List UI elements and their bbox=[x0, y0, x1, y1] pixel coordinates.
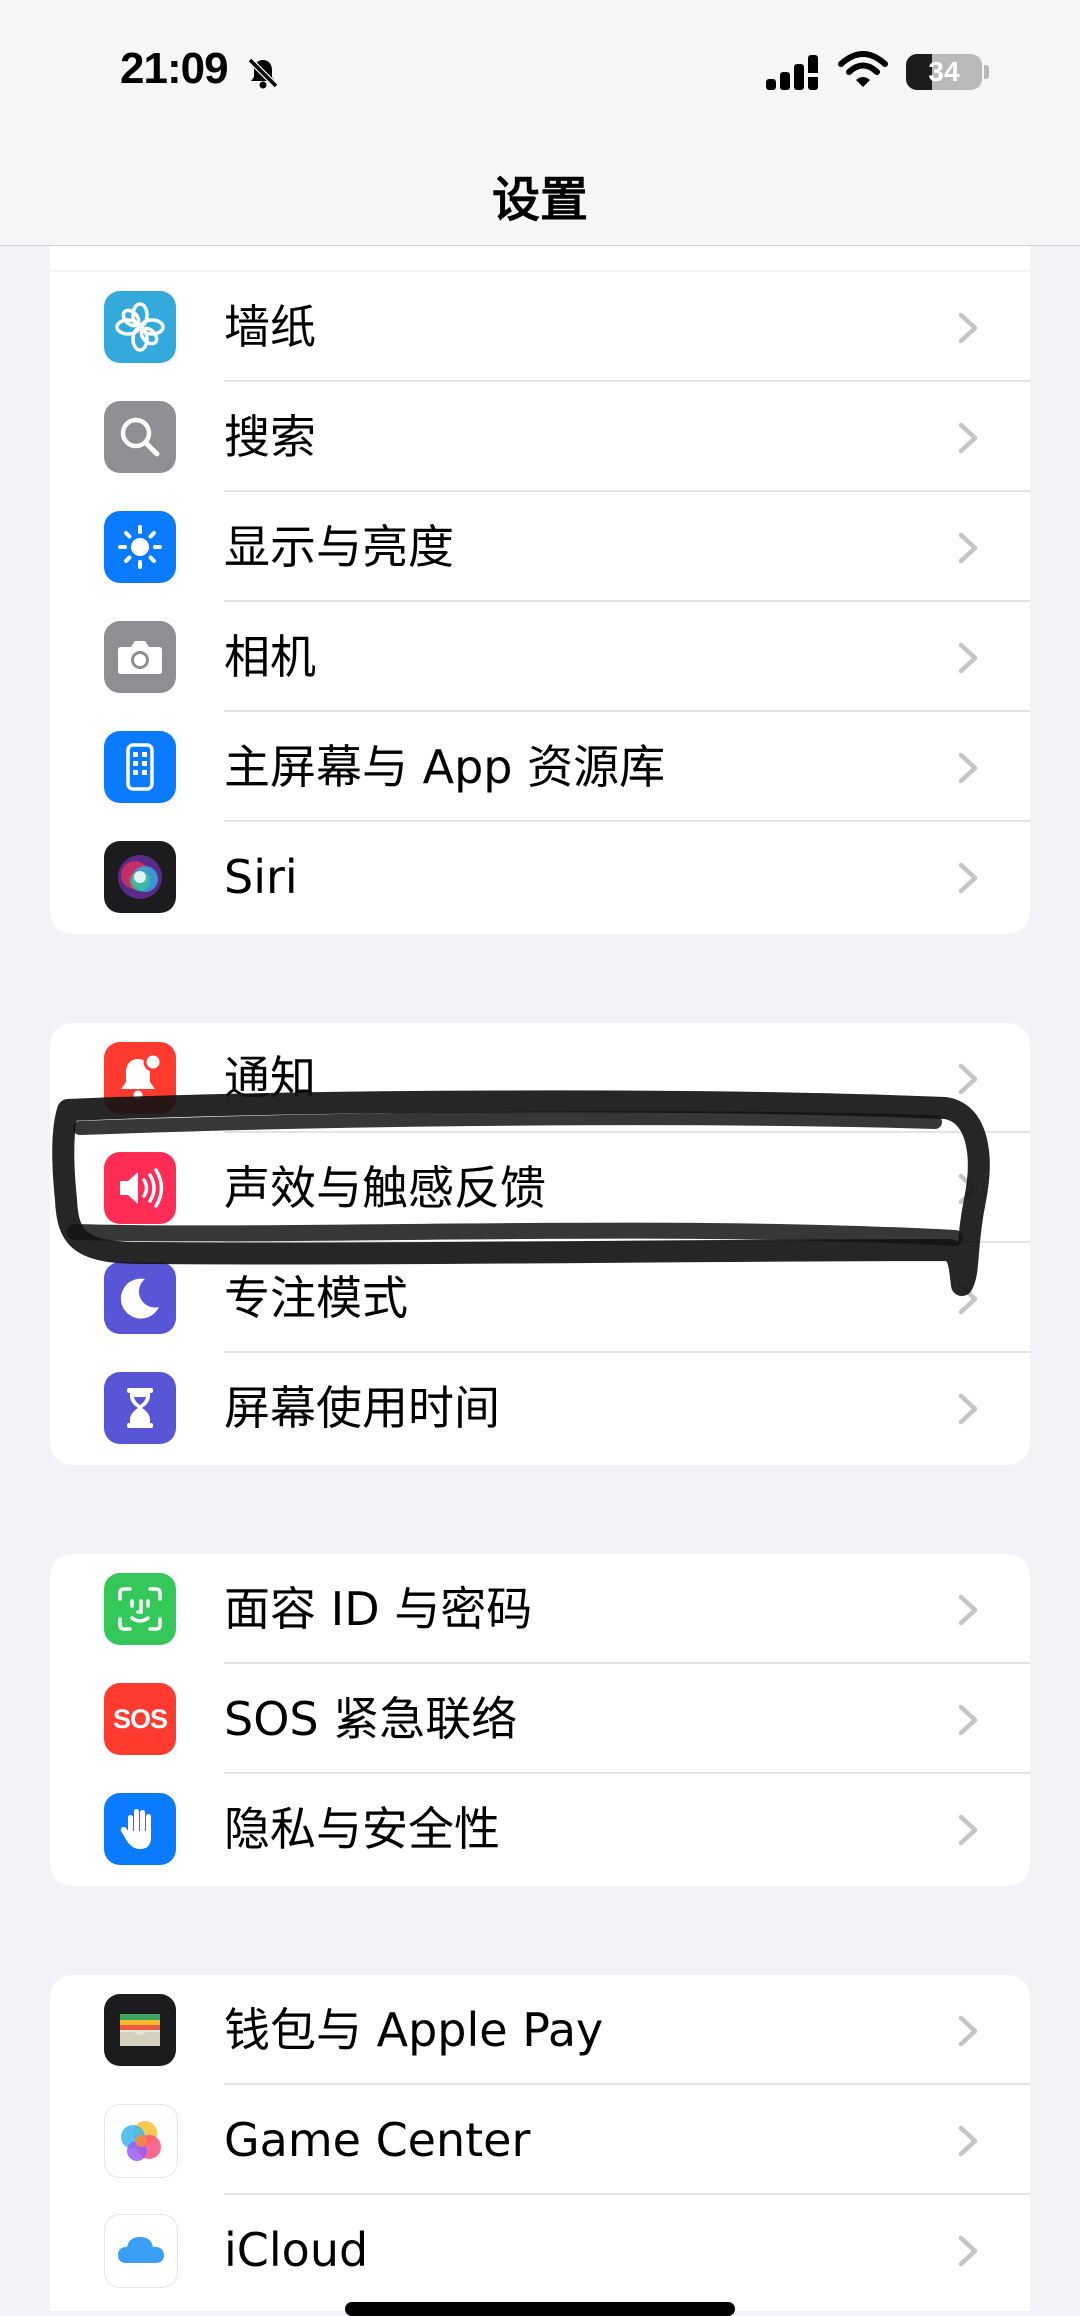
silent-bell-icon bbox=[247, 57, 279, 89]
page-title: 设置 bbox=[491, 172, 588, 228]
focus-moon-icon bbox=[104, 1262, 176, 1334]
settings-row-wallpaper[interactable]: 墙纸 bbox=[50, 272, 1030, 382]
status-bar: 21:09 34 bbox=[0, 0, 1080, 150]
chevron-right-icon bbox=[958, 1814, 978, 1846]
game-center-icon bbox=[104, 2104, 178, 2178]
siri-icon bbox=[104, 841, 176, 913]
chevron-right-icon bbox=[958, 862, 978, 894]
chevron-right-icon bbox=[958, 1063, 978, 1095]
status-time: 21:09 bbox=[120, 44, 229, 93]
chevron-right-icon bbox=[958, 642, 978, 674]
settings-row-game-center[interactable]: Game Center bbox=[50, 2085, 1030, 2195]
settings-row-label: 通知 bbox=[224, 1051, 316, 1105]
settings-row-label: 显示与亮度 bbox=[224, 520, 454, 574]
settings-row-siri[interactable]: Siri bbox=[50, 822, 1030, 932]
settings-row-home-screen[interactable]: 主屏幕与 App 资源库 bbox=[50, 712, 1030, 822]
battery-icon: 34 bbox=[906, 54, 982, 90]
settings-row-wallet[interactable]: 钱包与 Apple Pay bbox=[50, 1975, 1030, 2085]
settings-row-label: 主屏幕与 App 资源库 bbox=[224, 740, 666, 794]
cellular-signal-icon bbox=[766, 55, 818, 90]
settings-row-privacy[interactable]: 隐私与安全性 bbox=[50, 1774, 1030, 1884]
settings-row-search[interactable]: 搜索 bbox=[50, 382, 1030, 492]
wallpaper-icon bbox=[104, 291, 176, 363]
chevron-right-icon bbox=[958, 1283, 978, 1315]
icloud-icon bbox=[104, 2214, 178, 2288]
settings-row-icloud[interactable]: iCloud bbox=[50, 2195, 1030, 2305]
settings-row-label: SOS 紧急联络 bbox=[224, 1692, 518, 1746]
settings-row-display-brightness[interactable]: 显示与亮度 bbox=[50, 492, 1030, 602]
settings-row-face-id[interactable]: 面容 ID 与密码 bbox=[50, 1554, 1030, 1664]
home-indicator bbox=[345, 2302, 735, 2316]
sos-icon: SOS bbox=[104, 1683, 176, 1755]
chevron-right-icon bbox=[958, 2015, 978, 2047]
chevron-right-icon bbox=[958, 532, 978, 564]
settings-row-label: 墙纸 bbox=[224, 300, 316, 354]
battery-percent: 34 bbox=[928, 56, 960, 87]
settings-row-notifications[interactable]: 通知 bbox=[50, 1023, 1030, 1133]
settings-row-label: 隐私与安全性 bbox=[224, 1802, 500, 1856]
chevron-right-icon bbox=[958, 1393, 978, 1425]
settings-group-display: 墙纸 搜索 显示与亮度 相机 主屏幕与 App 资源库 Siri bbox=[50, 272, 1030, 934]
chevron-right-icon bbox=[958, 2125, 978, 2157]
settings-row-label: 屏幕使用时间 bbox=[224, 1381, 500, 1435]
settings-row-label: 搜索 bbox=[224, 410, 316, 464]
chevron-right-icon bbox=[958, 312, 978, 344]
settings-group-security: 面容 ID 与密码 SOS SOS 紧急联络 隐私与安全性 bbox=[50, 1554, 1030, 1886]
settings-row-focus[interactable]: 专注模式 bbox=[50, 1243, 1030, 1353]
settings-row-label: 声效与触感反馈 bbox=[224, 1161, 546, 1215]
wallet-icon bbox=[104, 1994, 176, 2066]
settings-row-screen-time[interactable]: 屏幕使用时间 bbox=[50, 1353, 1030, 1463]
chevron-right-icon bbox=[958, 1704, 978, 1736]
settings-row-camera[interactable]: 相机 bbox=[50, 602, 1030, 712]
chevron-right-icon bbox=[958, 752, 978, 784]
notifications-icon bbox=[104, 1042, 176, 1114]
wifi-icon bbox=[838, 51, 888, 87]
settings-row-label: 专注模式 bbox=[224, 1271, 408, 1325]
battery-nub bbox=[984, 65, 989, 79]
sos-icon-text: SOS bbox=[112, 1703, 168, 1734]
settings-group-accounts: 钱包与 Apple Pay Game Center iCloud bbox=[50, 1975, 1030, 2311]
brightness-icon bbox=[104, 511, 176, 583]
sound-icon bbox=[104, 1152, 176, 1224]
chevron-right-icon bbox=[958, 2235, 978, 2267]
chevron-right-icon bbox=[958, 1173, 978, 1205]
face-id-icon bbox=[104, 1573, 176, 1645]
settings-row-label: Game Center bbox=[224, 2113, 531, 2167]
settings-row-label: 钱包与 Apple Pay bbox=[224, 2003, 604, 2057]
chevron-right-icon bbox=[958, 1594, 978, 1626]
camera-icon bbox=[104, 621, 176, 693]
chevron-right-icon bbox=[958, 422, 978, 454]
navigation-bar: 设置 bbox=[0, 150, 1080, 246]
settings-row-emergency-sos[interactable]: SOS SOS 紧急联络 bbox=[50, 1664, 1030, 1774]
settings-row-label: 相机 bbox=[224, 630, 316, 684]
settings-row-label: iCloud bbox=[224, 2223, 369, 2277]
settings-row-label: 面容 ID 与密码 bbox=[224, 1582, 533, 1636]
home-screen-icon bbox=[104, 731, 176, 803]
settings-row-label: Siri bbox=[224, 850, 298, 904]
settings-row-sounds-haptics[interactable]: 声效与触感反馈 bbox=[50, 1133, 1030, 1243]
hourglass-icon bbox=[104, 1372, 176, 1444]
hand-privacy-icon bbox=[104, 1793, 176, 1865]
settings-group-notifications: 通知 声效与触感反馈 专注模式 屏幕使用时间 bbox=[50, 1023, 1030, 1465]
search-icon bbox=[104, 401, 176, 473]
